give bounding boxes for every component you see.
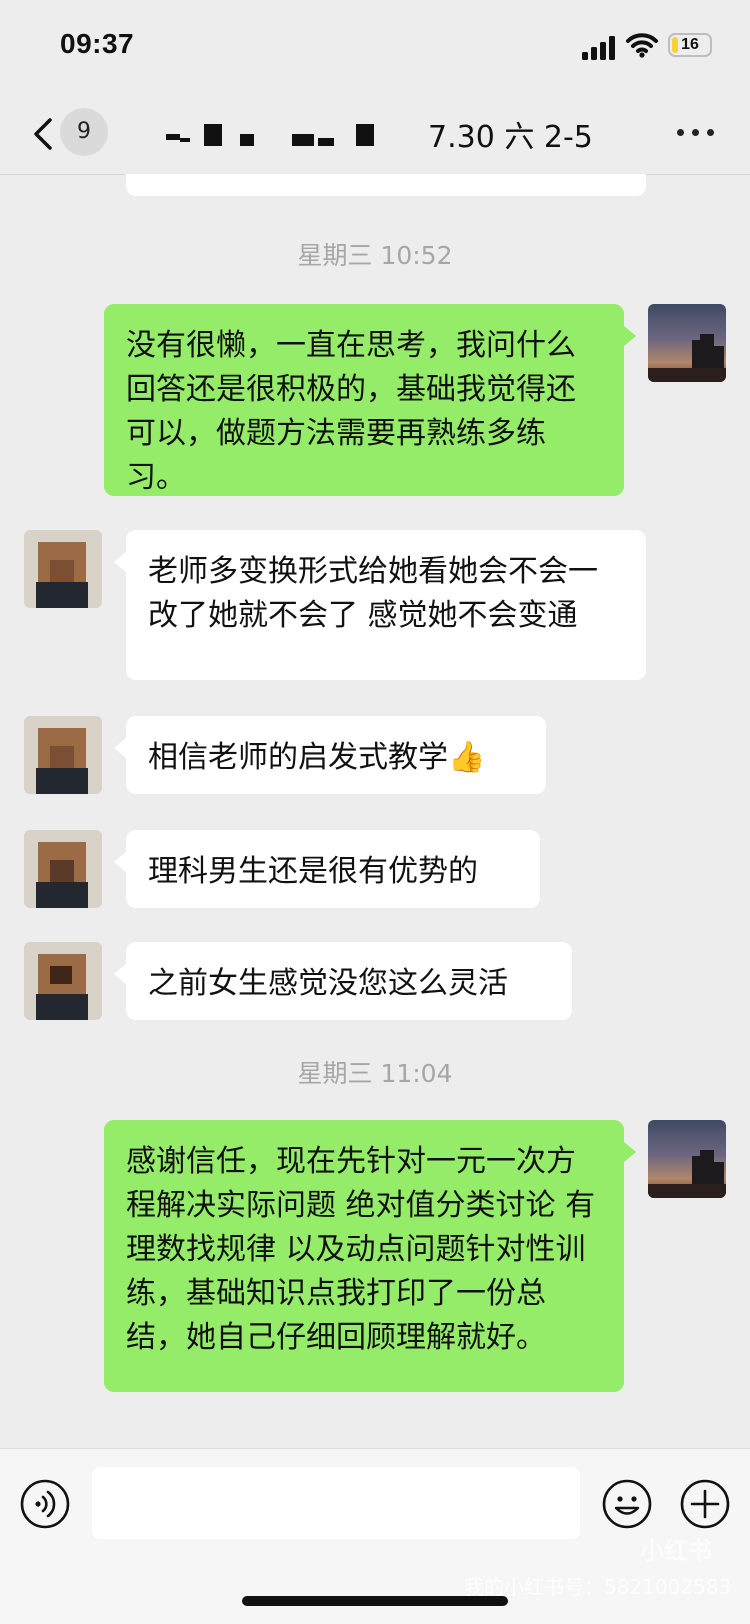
back-arrow-icon[interactable] (24, 114, 64, 154)
avatar-other[interactable] (24, 530, 102, 608)
battery-level: 16 (681, 36, 699, 53)
message-text: 相信老师的启发式教学 (148, 740, 448, 775)
timestamp: 星期三 10:52 (297, 241, 453, 270)
previous-message-bubble (126, 174, 646, 196)
avatar-self[interactable] (648, 304, 726, 382)
status-bar: 09:37 16 (0, 0, 750, 96)
home-indicator (242, 1596, 508, 1606)
input-bar: 小红书 我的小红书号：5821002583 (0, 1448, 750, 1624)
signal-icon (582, 36, 615, 60)
plus-icon[interactable] (680, 1479, 730, 1529)
avatar-other[interactable] (24, 716, 102, 794)
avatar-other[interactable] (24, 942, 102, 1020)
more-dots-icon[interactable] (674, 116, 718, 156)
status-time: 09:37 (60, 28, 135, 59)
emoji-icon[interactable] (602, 1479, 652, 1529)
message-input[interactable] (92, 1467, 580, 1539)
chat-title: 7.30 六 2-5 (428, 120, 593, 155)
thumbs-up-icon: 👍 (448, 740, 486, 775)
message-bubble[interactable]: 相信老师的启发式教学👍 (126, 716, 546, 794)
message-bubble[interactable]: 没有很懒，一直在思考，我问什么回答还是很积极的，基础我觉得还可以，做题方法需要再… (104, 304, 624, 496)
wifi-icon (626, 33, 658, 58)
watermark-logo: 小红书 (640, 1537, 712, 1565)
voice-icon[interactable] (20, 1479, 70, 1529)
message-list[interactable]: 星期三 10:52 没有很懒，一直在思考，我问什么回答还是很积极的，基础我觉得还… (0, 174, 750, 1448)
avatar-other[interactable] (24, 830, 102, 908)
message-bubble[interactable]: 感谢信任，现在先针对一元一次方程解决实际问题 绝对值分类讨论 有理数找规律 以及… (104, 1120, 624, 1392)
chat-header: 9 7.30 六 2-5 (0, 96, 750, 175)
avatar-self[interactable] (648, 1120, 726, 1198)
message-bubble[interactable]: 理科男生还是很有优势的 (126, 830, 540, 908)
message-bubble[interactable]: 之前女生感觉没您这么灵活 (126, 942, 572, 1020)
message-bubble[interactable]: 老师多变换形式给她看她会不会一改了她就不会了 感觉她不会变通 (126, 530, 646, 680)
battery-icon: 16 (668, 33, 712, 57)
unread-count-badge[interactable]: 9 (60, 108, 108, 156)
timestamp: 星期三 11:04 (297, 1059, 453, 1088)
